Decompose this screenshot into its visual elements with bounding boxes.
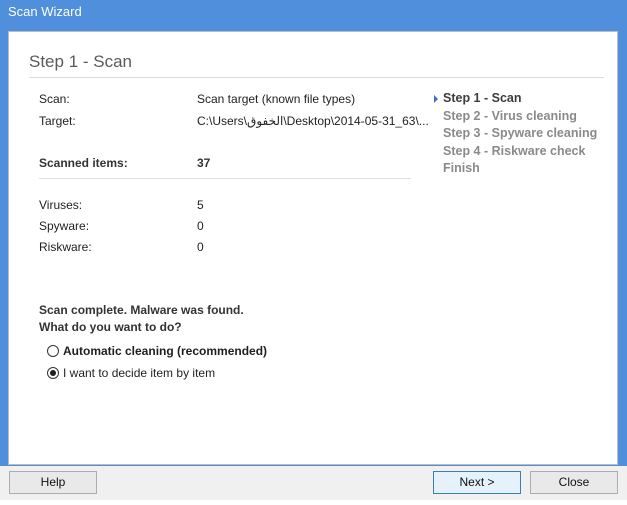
- automatic-cleaning-option[interactable]: Automatic cleaning (recommended): [47, 344, 267, 358]
- wizard-steps-list: Step 1 - Scan Step 2 - Virus cleaning St…: [434, 90, 597, 178]
- next-button[interactable]: Next >: [433, 471, 521, 494]
- scanned-divider: [39, 178, 411, 179]
- step-virus-cleaning: Step 2 - Virus cleaning: [434, 108, 597, 126]
- title-bar[interactable]: Scan Wizard: [0, 0, 627, 25]
- spyware-value: 0: [197, 219, 204, 233]
- scan-wizard-window: Scan Wizard Step 1 - Scan Scan: Scan tar…: [0, 0, 627, 505]
- heading-divider: [29, 77, 604, 78]
- window-title: Scan Wizard: [8, 4, 82, 19]
- viruses-value: 5: [197, 198, 204, 212]
- status-line-2: What do you want to do?: [39, 319, 182, 334]
- bottom-edge: [0, 500, 627, 505]
- step-riskware-check: Step 4 - Riskware check: [434, 143, 597, 161]
- riskware-value: 0: [197, 240, 204, 254]
- status-line-1: Scan complete. Malware was found.: [39, 303, 244, 317]
- close-button[interactable]: Close: [530, 471, 618, 494]
- scan-label: Scan:: [39, 92, 70, 106]
- spyware-label: Spyware:: [39, 219, 90, 233]
- radio-checked-icon[interactable]: [47, 367, 59, 379]
- scanned-items-label: Scanned items:: [39, 156, 128, 170]
- step-finish: Finish: [434, 160, 597, 178]
- scan-status-message: Scan complete. Malware was found. What d…: [39, 302, 244, 335]
- decide-item-by-item-option[interactable]: I want to decide item by item: [47, 366, 215, 380]
- decide-item-by-item-label[interactable]: I want to decide item by item: [63, 366, 215, 380]
- page-title: Step 1 - Scan: [29, 52, 133, 71]
- target-label: Target:: [39, 114, 76, 128]
- step-label: Step 4 - Riskware check: [443, 143, 586, 158]
- help-button[interactable]: Help: [9, 471, 97, 494]
- scanned-items-value: 37: [197, 156, 211, 170]
- scan-value: Scan target (known file types): [197, 92, 356, 106]
- step-spyware-cleaning: Step 3 - Spyware cleaning: [434, 125, 597, 143]
- target-value: C:\Users\الخفوق\Desktop\2014-05-31_63\..…: [197, 114, 429, 128]
- step-label: Step 1 - Scan: [443, 91, 522, 105]
- viruses-label: Viruses:: [39, 198, 83, 212]
- radio-unchecked-icon[interactable]: [47, 345, 59, 357]
- wizard-content: Step 1 - Scan Scan: Scan target (known f…: [8, 31, 618, 465]
- step-label: Finish: [443, 161, 480, 175]
- current-step-arrow-icon: [434, 95, 438, 103]
- step-scan: Step 1 - Scan: [434, 90, 597, 108]
- automatic-cleaning-label[interactable]: Automatic cleaning (recommended): [63, 344, 267, 358]
- step-label: Step 3 - Spyware cleaning: [443, 126, 598, 140]
- riskware-label: Riskware:: [39, 240, 92, 254]
- step-label: Step 2 - Virus cleaning: [443, 108, 577, 123]
